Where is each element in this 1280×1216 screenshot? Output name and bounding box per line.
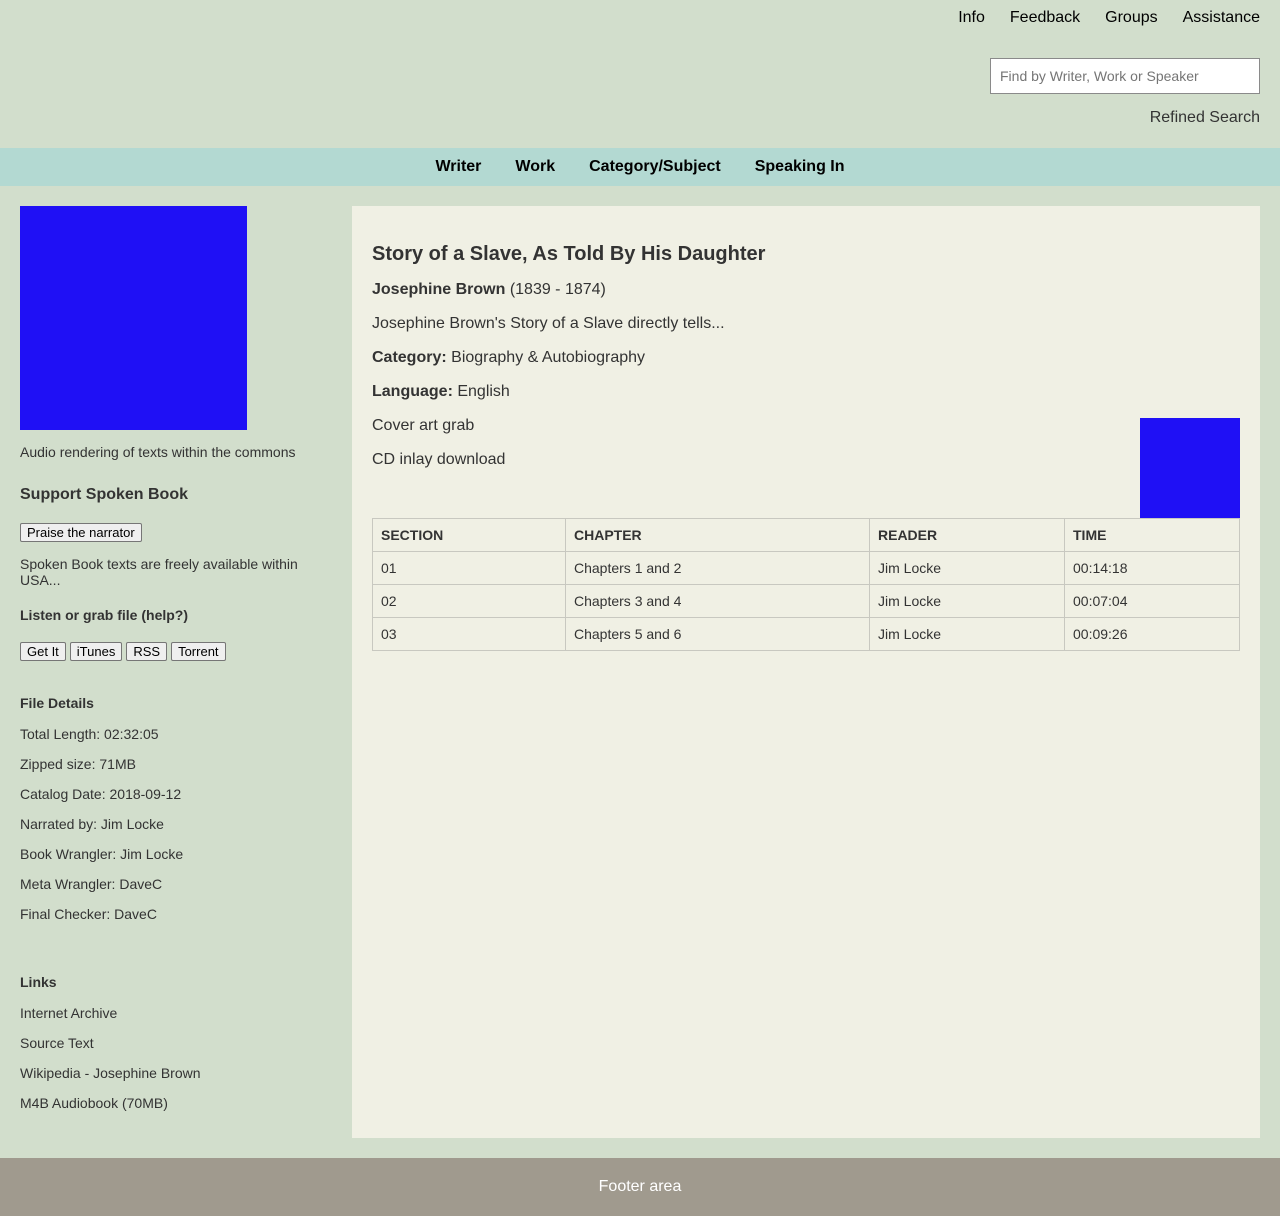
tagline: Audio rendering of texts within the comm… bbox=[20, 444, 296, 460]
col-reader: READER bbox=[869, 518, 1065, 552]
category-nav: Writer Work Category/Subject Speaking In bbox=[0, 148, 1280, 186]
table-row: 03 Chapters 5 and 6 Jim Locke 00:09:26 bbox=[372, 617, 1240, 651]
listen-heading[interactable]: Listen or grab file (help?) bbox=[20, 607, 320, 623]
rss-button[interactable]: RSS bbox=[126, 642, 168, 661]
section-time: 00:09:26 bbox=[1064, 617, 1240, 651]
file-detail-catalog-date: Catalog Date: 2018-09-12 bbox=[20, 786, 182, 802]
file-detail-narrator: Narrated by: Jim Locke bbox=[20, 816, 164, 832]
support-heading: Support Spoken Book bbox=[20, 486, 188, 503]
section-time: 00:07:04 bbox=[1064, 584, 1240, 618]
book-detail-panel: Story of a Slave, As Told By His Daughte… bbox=[352, 206, 1260, 1138]
footer: Footer area bbox=[0, 1158, 1280, 1216]
section-number: 01 bbox=[372, 551, 566, 585]
book-cover-thumbnail bbox=[1140, 418, 1240, 518]
author-name[interactable]: Josephine Brown bbox=[372, 281, 505, 298]
col-time: TIME bbox=[1064, 518, 1240, 552]
link-source-text[interactable]: Source Text bbox=[20, 1036, 320, 1050]
download-buttons: Get It iTunes RSS Torrent bbox=[20, 642, 320, 661]
file-detail-final-checker: Final Checker: DaveC bbox=[20, 906, 157, 922]
col-section: SECTION bbox=[372, 518, 566, 552]
nav-speaking-in[interactable]: Speaking In bbox=[738, 158, 862, 176]
file-detail-zipped-size: Zipped size: 71MB bbox=[20, 756, 136, 772]
link-wikipedia[interactable]: Wikipedia - Josephine Brown bbox=[20, 1066, 320, 1080]
col-chapter: CHAPTER bbox=[565, 518, 870, 552]
chapter-link[interactable]: Chapters 1 and 2 bbox=[565, 551, 870, 585]
section-time: 00:14:18 bbox=[1064, 551, 1240, 585]
language-label: Language: bbox=[372, 383, 453, 400]
top-nav-groups[interactable]: Groups bbox=[1105, 9, 1157, 27]
table-row: 01 Chapters 1 and 2 Jim Locke 00:14:18 bbox=[372, 551, 1240, 585]
file-details-heading: File Details bbox=[20, 695, 94, 711]
reader-link[interactable]: Jim Locke bbox=[869, 584, 1065, 618]
file-detail-total-length: Total Length: 02:32:05 bbox=[20, 726, 159, 742]
category-label: Category: bbox=[372, 349, 447, 366]
cover-art-link[interactable]: Cover art grab bbox=[372, 417, 474, 435]
table-row: 02 Chapters 3 and 4 Jim Locke 00:07:04 bbox=[372, 584, 1240, 618]
links-heading: Links bbox=[20, 974, 57, 990]
nav-work[interactable]: Work bbox=[498, 158, 572, 176]
category-value[interactable]: Biography & Autobiography bbox=[451, 349, 645, 366]
section-number: 03 bbox=[372, 617, 566, 651]
language-value[interactable]: English bbox=[457, 383, 509, 400]
link-internet-archive[interactable]: Internet Archive bbox=[20, 1006, 320, 1020]
top-nav-feedback[interactable]: Feedback bbox=[1010, 9, 1080, 27]
link-m4b-audiobook[interactable]: M4B Audiobook (70MB) bbox=[20, 1096, 320, 1110]
language-line: Language: English bbox=[372, 383, 510, 401]
top-nav-info[interactable]: Info bbox=[958, 9, 985, 27]
praise-narrator-button[interactable]: Praise the narrator bbox=[20, 523, 142, 542]
reader-link[interactable]: Jim Locke bbox=[869, 551, 1065, 585]
refined-search-link[interactable]: Refined Search bbox=[1150, 109, 1260, 127]
get-it-button[interactable]: Get It bbox=[20, 642, 66, 661]
sections-table: SECTION CHAPTER READER TIME 01 Chapters … bbox=[372, 518, 1240, 651]
book-summary: Josephine Brown's Story of a Slave direc… bbox=[372, 315, 725, 332]
book-title: Story of a Slave, As Told By His Daughte… bbox=[372, 243, 766, 265]
top-nav: Info Feedback Groups Assistance bbox=[958, 9, 1260, 27]
reader-link[interactable]: Jim Locke bbox=[869, 617, 1065, 651]
section-number: 02 bbox=[372, 584, 566, 618]
nav-category-subject[interactable]: Category/Subject bbox=[572, 158, 738, 176]
sidebar: Audio rendering of texts within the comm… bbox=[20, 206, 320, 1110]
author-line: Josephine Brown (1839 - 1874) bbox=[372, 281, 606, 299]
chapter-link[interactable]: Chapters 3 and 4 bbox=[565, 584, 870, 618]
nav-writer[interactable]: Writer bbox=[418, 158, 498, 176]
top-nav-assistance[interactable]: Assistance bbox=[1183, 9, 1260, 27]
cd-inlay-link[interactable]: CD inlay download bbox=[372, 451, 505, 469]
search-input[interactable] bbox=[990, 58, 1260, 94]
itunes-button[interactable]: iTunes bbox=[69, 642, 123, 661]
free-availability-text: Spoken Book texts are freely available w… bbox=[20, 556, 298, 588]
chapter-link[interactable]: Chapters 5 and 6 bbox=[565, 617, 870, 651]
torrent-button[interactable]: Torrent bbox=[171, 642, 226, 661]
author-years: (1839 - 1874) bbox=[509, 281, 606, 298]
file-detail-meta-wrangler: Meta Wrangler: DaveC bbox=[20, 876, 163, 892]
sidebar-cover-image bbox=[20, 206, 247, 430]
file-detail-book-wrangler: Book Wrangler: Jim Locke bbox=[20, 846, 184, 862]
table-header-row: SECTION CHAPTER READER TIME bbox=[372, 518, 1240, 552]
category-line: Category: Biography & Autobiography bbox=[372, 349, 645, 367]
